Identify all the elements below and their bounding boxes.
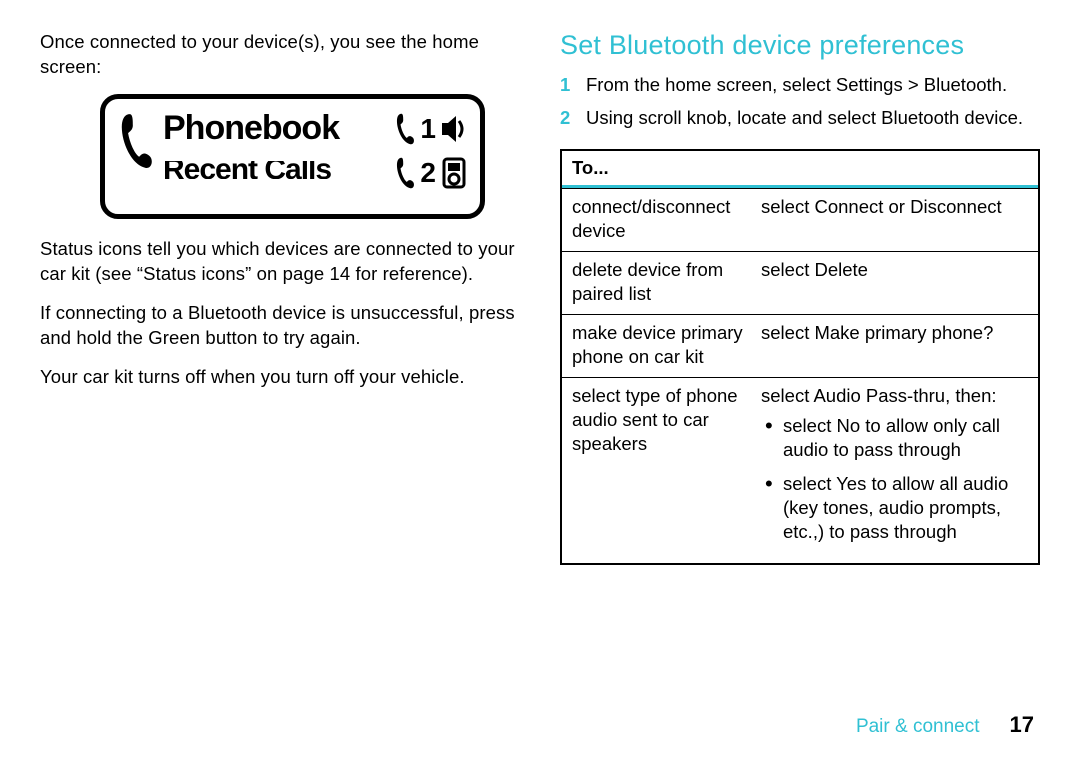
step-text: Using scroll knob, locate and select Blu…: [586, 106, 1040, 131]
table-row: select type of phone audio sent to car s…: [562, 377, 1038, 562]
table-row: connect/disconnect device select Connect…: [562, 188, 1038, 251]
speaker-icon: [440, 113, 468, 145]
page-columns: Once connected to your device(s), you se…: [40, 30, 1040, 565]
footer-page-number: 17: [1010, 712, 1034, 738]
step-1: 1 From the home screen, select Settings …: [560, 73, 1040, 98]
device-subtitle-cut: Recent Calls: [163, 161, 339, 179]
bullet-list: select No to allow only call audio to pa…: [761, 414, 1028, 544]
page-footer: Pair & connect 17: [856, 712, 1034, 738]
step-number: 1: [560, 73, 586, 98]
intro-text: Once connected to your device(s), you se…: [40, 30, 520, 80]
phone-small-icon: [394, 112, 416, 146]
bullet-item: select Yes to allow all audio (key tones…: [761, 472, 1028, 544]
table-cell-instruction: select Audio Pass-thru, then: select No …: [757, 378, 1038, 562]
status-num-1: 1: [420, 115, 436, 143]
table-cell-action: connect/disconnect device: [562, 189, 757, 251]
table-cell-action: make device primary phone on car kit: [562, 315, 757, 377]
status-line-1: 1: [394, 107, 468, 151]
device-status-area: 1 2: [394, 105, 468, 214]
device-left-area: Phonebook Recent Calls: [117, 105, 339, 214]
turnoff-text: Your car kit turns off when you turn off…: [40, 365, 520, 390]
table-cell-instruction: select Delete: [757, 252, 1038, 314]
phone-small-icon: [394, 156, 416, 190]
section-heading: Set Bluetooth device preferences: [560, 30, 1040, 61]
bullet-item: select No to allow only call audio to pa…: [761, 414, 1028, 462]
left-column: Once connected to your device(s), you se…: [40, 30, 520, 565]
preferences-table: To... connect/disconnect device select C…: [560, 149, 1040, 565]
device-title: Phonebook: [163, 111, 339, 147]
status-line-2: 2: [394, 151, 468, 195]
right-column: Set Bluetooth device preferences 1 From …: [560, 30, 1040, 565]
table-cell-instruction: select Connect or Disconnect: [757, 189, 1038, 251]
media-player-icon: [440, 157, 468, 189]
table-cell-instruction: select Make primary phone?: [757, 315, 1038, 377]
table-cell-action: delete device from paired list: [562, 252, 757, 314]
device-screen-illustration: Phonebook Recent Calls 1: [100, 94, 485, 219]
step-number: 2: [560, 106, 586, 131]
table-header: To...: [562, 151, 1038, 188]
table-cell-action: select type of phone audio sent to car s…: [562, 378, 757, 562]
instruction-lead: select Audio Pass-thru, then:: [761, 385, 997, 406]
device-text-block: Phonebook Recent Calls: [163, 111, 339, 179]
footer-section-name: Pair & connect: [856, 716, 980, 738]
status-num-2: 2: [420, 159, 436, 187]
status-icons-text: Status icons tell you which devices are …: [40, 237, 520, 287]
step-text: From the home screen, select Settings > …: [586, 73, 1040, 98]
step-2: 2 Using scroll knob, locate and select B…: [560, 106, 1040, 131]
table-row: make device primary phone on car kit sel…: [562, 314, 1038, 377]
retry-text: If connecting to a Bluetooth device is u…: [40, 301, 520, 351]
phone-icon: [117, 111, 155, 171]
table-row: delete device from paired list select De…: [562, 251, 1038, 314]
